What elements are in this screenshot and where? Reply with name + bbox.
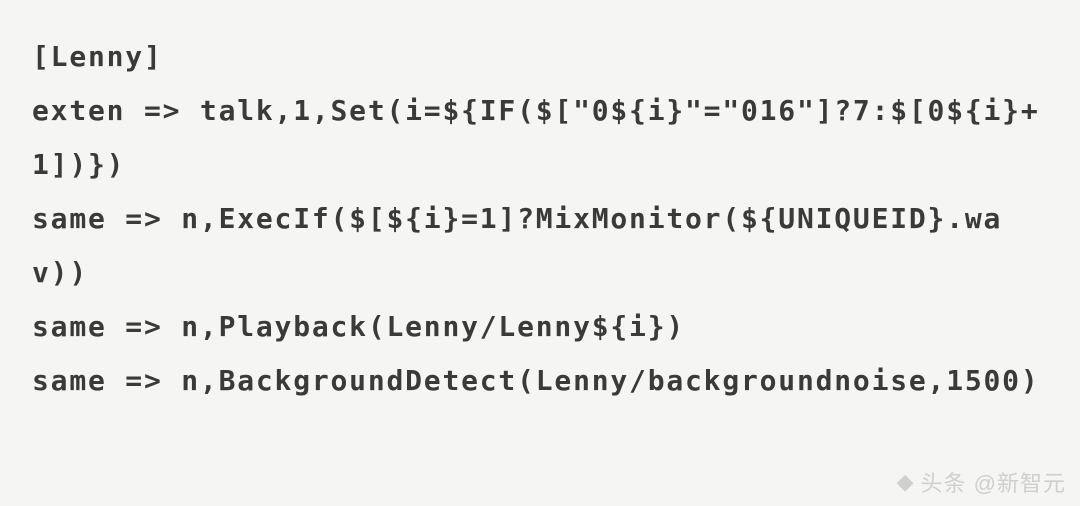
code-block: [Lenny] exten => talk,1,Set(i=${IF($["0$… <box>0 0 1080 438</box>
watermark-text: 头条 @新智元 <box>921 466 1066 498</box>
source-icon: ◆ <box>897 469 915 495</box>
code-line: same => n,Playback(Lenny/Lenny${i}) <box>32 310 685 343</box>
code-line: exten => talk,1,Set(i=${IF($["0${i}"="01… <box>32 94 1040 181</box>
watermark: ◆ 头条 @新智元 <box>897 466 1066 498</box>
code-line: same => n,BackgroundDetect(Lenny/backgro… <box>32 364 1040 397</box>
code-line: [Lenny] <box>32 40 163 73</box>
code-line: same => n,ExecIf($[${i}=1]?MixMonitor(${… <box>32 202 1002 289</box>
